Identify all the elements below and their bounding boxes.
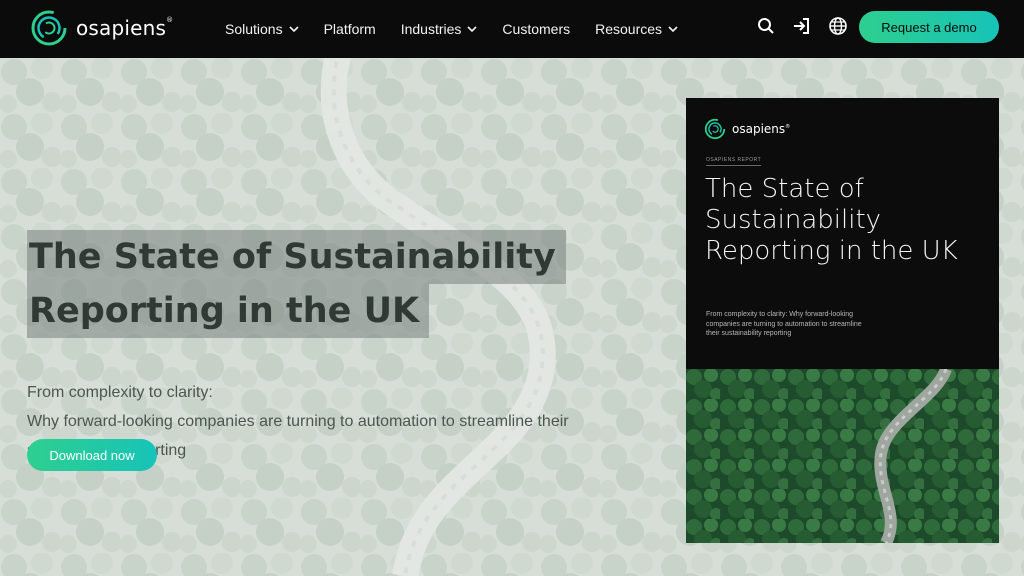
- top-navigation: osapiens® Solutions Platform Industries …: [0, 0, 1024, 58]
- menu-item-label: Solutions: [225, 21, 283, 37]
- menu-item-solutions[interactable]: Solutions: [225, 21, 299, 37]
- cover-brand-name: osapiens: [732, 122, 786, 136]
- cover-logo: osapiens®: [704, 118, 790, 140]
- request-demo-button[interactable]: Request a demo: [859, 11, 999, 43]
- menu-item-label: Resources: [595, 21, 663, 37]
- menu-item-label: Platform: [323, 21, 376, 37]
- menu-item-label: Industries: [400, 21, 462, 37]
- menu-item-industries[interactable]: Industries: [401, 21, 478, 37]
- headline-line-1: The State of Sustainability: [27, 230, 566, 284]
- brand-logo[interactable]: osapiens®: [30, 9, 173, 47]
- osapiens-logo-icon: [704, 118, 726, 140]
- chevron-down-icon: [668, 26, 678, 33]
- download-now-button[interactable]: Download now: [27, 439, 157, 471]
- cover-kicker: OSAPIENS REPORT: [706, 157, 762, 166]
- osapiens-logo-icon: [31, 10, 67, 46]
- page-title: The State of Sustainability Reporting in…: [27, 230, 566, 338]
- globe-icon[interactable]: [828, 16, 848, 36]
- brand-registered-mark: ®: [166, 16, 174, 24]
- menu-item-resources[interactable]: Resources: [595, 21, 678, 37]
- report-cover-image: osapiens® OSAPIENS REPORT The State of S…: [686, 98, 999, 543]
- cover-title: The State of Sustainability Reporting in…: [705, 174, 958, 266]
- nav-utility-icons: [756, 16, 864, 36]
- search-icon[interactable]: [756, 16, 776, 36]
- menu-item-customers[interactable]: Customers: [502, 21, 570, 37]
- login-icon[interactable]: [792, 16, 812, 36]
- chevron-down-icon: [289, 26, 299, 33]
- headline-line-2: Reporting in the UK: [27, 284, 430, 338]
- main-menu: Solutions Platform Industries Customers …: [225, 0, 703, 58]
- menu-item-platform[interactable]: Platform: [324, 21, 376, 37]
- cover-registered-mark: ®: [785, 124, 791, 130]
- chevron-down-icon: [467, 26, 477, 33]
- menu-item-label: Customers: [502, 21, 571, 37]
- cover-forest-image: [686, 369, 999, 543]
- cover-subtitle: From complexity to clarity: Why forward-…: [706, 311, 862, 337]
- brand-name: osapiens: [76, 16, 167, 40]
- subtitle-line-1: From complexity to clarity:: [27, 384, 213, 401]
